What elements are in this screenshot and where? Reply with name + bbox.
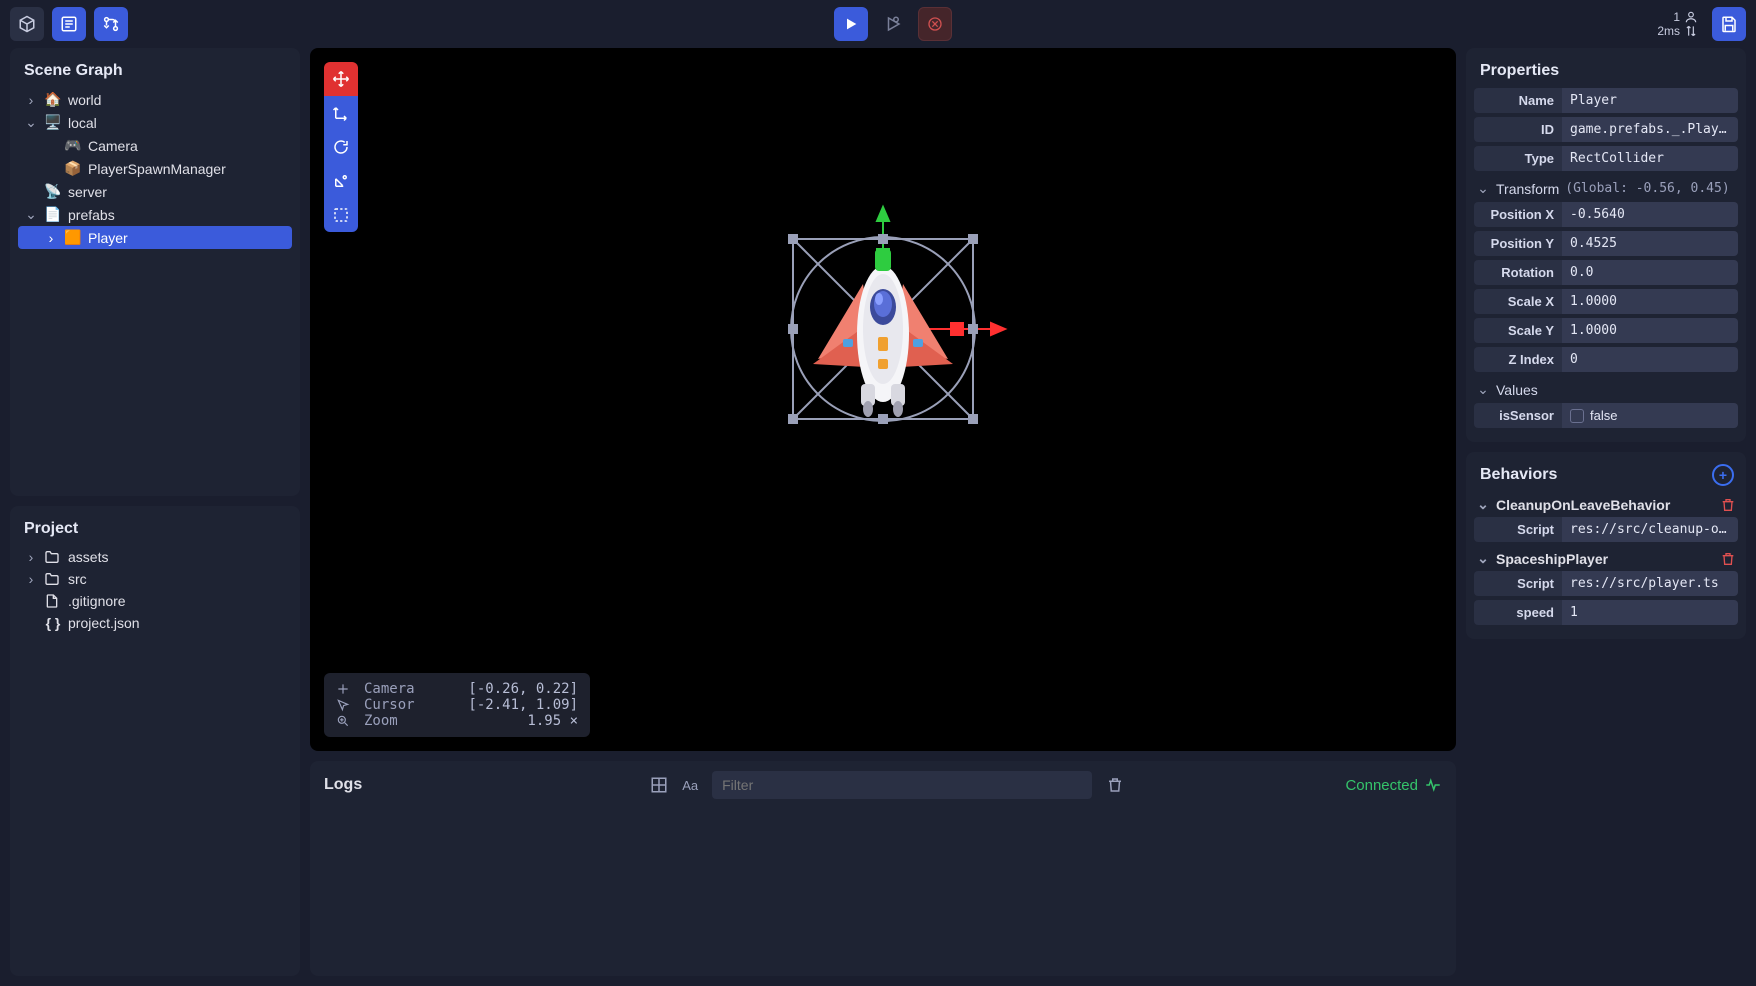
trash-icon[interactable] [1106,776,1124,794]
list-icon[interactable] [52,7,86,41]
project-item-assets[interactable]: ›assets [18,546,292,568]
prop-positionx[interactable]: Position X-0.5640 [1474,202,1738,227]
zoom-icon [336,714,350,728]
case-icon[interactable]: Aa [682,778,698,793]
scale-tool[interactable] [324,164,358,198]
scene-node-world[interactable]: ›🏠world [18,88,292,111]
prop-scaley[interactable]: Scale Y1.0000 [1474,318,1738,343]
latency: 2ms [1657,24,1680,38]
viewport-hud: Camera [-0.26, 0.22] Cursor [-2.41, 1.09… [324,673,590,737]
project-item-gitignore[interactable]: .gitignore [18,590,292,612]
translate-tool[interactable] [324,96,358,130]
pulse-icon [1424,776,1442,794]
add-behavior-button[interactable]: + [1712,464,1734,486]
play-button[interactable] [834,7,868,41]
scene-graph-title: Scene Graph [18,58,292,88]
transform-section[interactable]: ⌄ Transform (Global: -0.56, 0.45) [1474,175,1738,202]
project-item-src[interactable]: ›src [18,568,292,590]
tool-rail [324,62,358,232]
cursor-icon [336,698,350,712]
user-count: 1 [1673,10,1680,24]
properties-panel: Properties NamePlayer IDgame.prefabs._.Pl… [1466,48,1746,442]
scene-node-playerspawnmanager[interactable]: 📦PlayerSpawnManager [18,157,292,180]
scene-node-player[interactable]: ›🟧Player [18,226,292,249]
selected-entity-gizmo[interactable] [743,189,1023,469]
cube-icon[interactable] [10,7,44,41]
logs-filter-input[interactable] [712,771,1092,799]
spaceship-sprite [813,249,953,417]
prop-rotation[interactable]: Rotation0.0 [1474,260,1738,285]
scene-graph-panel: Scene Graph ›🏠world⌄🖥️local🎮Camera📦Playe… [10,48,300,496]
logs-title: Logs [324,776,362,794]
prop-speed[interactable]: speed1 [1474,600,1738,625]
save-button[interactable] [1712,7,1746,41]
topbar: 1 2ms [0,0,1756,48]
scene-tree[interactable]: ›🏠world⌄🖥️local🎮Camera📦PlayerSpawnManage… [18,88,292,249]
project-item-projectjson[interactable]: { }project.json [18,612,292,634]
select-tool[interactable] [324,198,358,232]
behavior-cleanuponleavebehavior[interactable]: ⌄CleanupOnLeaveBehavior [1474,492,1738,517]
scene-node-camera[interactable]: 🎮Camera [18,134,292,157]
debug-play-button[interactable] [876,7,910,41]
trash-icon[interactable] [1720,551,1736,567]
rotate-tool[interactable] [324,130,358,164]
prop-type[interactable]: TypeRectCollider [1474,146,1738,171]
move-tool[interactable] [324,62,358,96]
move-icon [336,682,350,696]
values-section[interactable]: ⌄ Values [1474,376,1738,403]
scene-node-local[interactable]: ⌄🖥️local [18,111,292,134]
scene-node-server[interactable]: 📡server [18,180,292,203]
logs-panel: Logs Aa Connected [310,761,1456,976]
scene-node-prefabs[interactable]: ⌄📄prefabs [18,203,292,226]
behavior-spaceshipplayer[interactable]: ⌄SpaceshipPlayer [1474,546,1738,571]
grid-icon[interactable] [650,776,668,794]
project-tree[interactable]: ›assets›src.gitignore{ }project.json [18,546,292,634]
prop-script[interactable]: Scriptres://src/player.ts [1474,571,1738,596]
trash-icon[interactable] [1720,497,1736,513]
connection-indicator: Connected [1345,776,1442,794]
updown-icon [1684,24,1698,38]
user-icon [1684,10,1698,24]
main: Scene Graph ›🏠world⌄🖥️local🎮Camera📦Playe… [0,48,1756,986]
prop-issensor[interactable]: isSensorfalse [1474,403,1738,428]
properties-title: Properties [1474,58,1738,88]
git-icon[interactable] [94,7,128,41]
prop-positiony[interactable]: Position Y0.4525 [1474,231,1738,256]
viewport[interactable]: Camera [-0.26, 0.22] Cursor [-2.41, 1.09… [310,48,1456,751]
prop-id[interactable]: IDgame.prefabs._.Player [1474,117,1738,142]
stop-button[interactable] [918,7,952,41]
checkbox-icon[interactable] [1570,409,1584,423]
project-panel: Project ›assets›src.gitignore{ }project.… [10,506,300,976]
project-title: Project [18,516,292,546]
prop-scalex[interactable]: Scale X1.0000 [1474,289,1738,314]
behaviors-title: Behaviors [1480,466,1557,484]
prop-script[interactable]: Scriptres://src/cleanup-on… [1474,517,1738,542]
prop-name[interactable]: NamePlayer [1474,88,1738,113]
prop-zindex[interactable]: Z Index0 [1474,347,1738,372]
connection-status: 1 2ms [1657,10,1698,39]
behaviors-panel: Behaviors + ⌄CleanupOnLeaveBehaviorScrip… [1466,452,1746,639]
